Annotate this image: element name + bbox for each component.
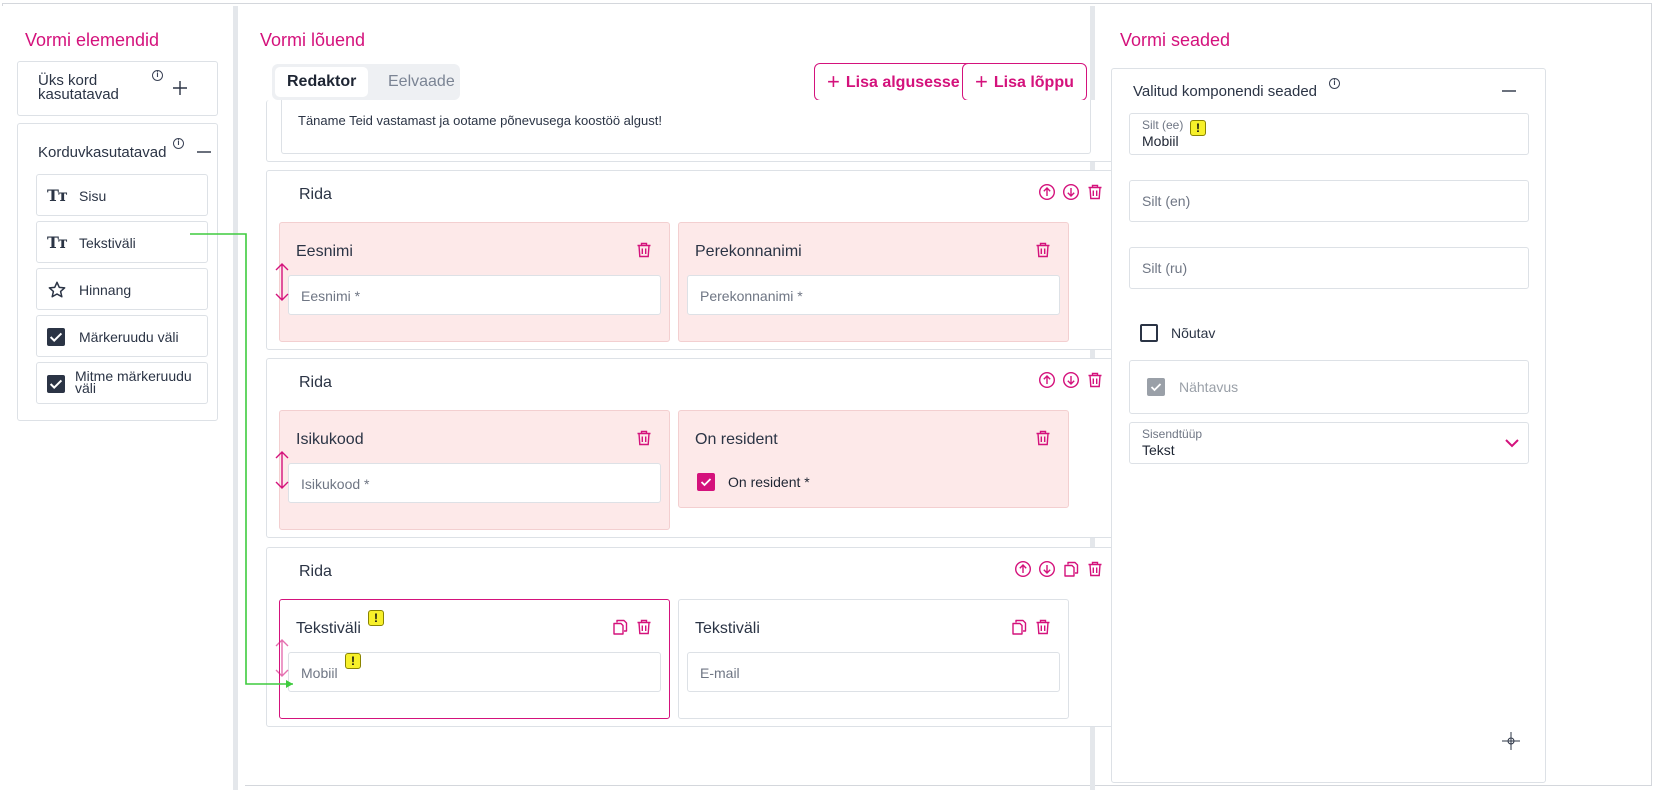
star-icon — [48, 281, 66, 298]
drag-handle-icon[interactable] — [273, 638, 291, 678]
field-title: Eesnimi — [296, 243, 353, 260]
move-down-icon[interactable] — [1062, 371, 1080, 389]
required-label: Nõutav — [1171, 325, 1216, 341]
checkbox-label: On resident * — [728, 474, 810, 490]
text-input[interactable]: Perekonnanimi * — [687, 275, 1060, 315]
text-input[interactable]: Mobiil — [288, 652, 661, 692]
component-settings-title: Valitud komponendi seaded — [1133, 83, 1318, 100]
move-up-icon[interactable] — [1038, 371, 1056, 389]
form-field-eesnimi[interactable]: Eesnimi Eesnimi * — [279, 222, 670, 342]
move-up-icon[interactable] — [1038, 183, 1056, 201]
content-block[interactable]: Täname Teid vastamast ja ootame põnevuse… — [281, 100, 1091, 154]
field-title: Tekstiväli — [296, 620, 361, 637]
form-settings-title: Vormi seaded — [1120, 30, 1231, 50]
info-icon[interactable]: i — [152, 70, 163, 81]
palette-item-markeruudu[interactable]: Märkeruudu väli — [36, 315, 208, 357]
form-field-perekonnanimi[interactable]: Perekonnanimi Perekonnanimi * — [678, 222, 1069, 342]
trash-icon[interactable] — [635, 618, 653, 636]
text-input[interactable]: Eesnimi * — [288, 275, 661, 315]
row-actions — [1038, 371, 1104, 389]
warning-icon: ! — [368, 610, 384, 626]
form-field-email[interactable]: Tekstiväli E-mail — [678, 599, 1069, 719]
trash-icon[interactable] — [1034, 241, 1052, 259]
add-to-end-button[interactable]: + Lisa lõppu — [962, 63, 1087, 101]
collapse-icon[interactable] — [1501, 89, 1517, 93]
move-up-icon[interactable] — [1014, 560, 1032, 578]
content-text: Täname Teid vastamast ja ootame põnevuse… — [298, 113, 662, 128]
trash-icon[interactable] — [1086, 371, 1104, 389]
drag-handle-icon[interactable] — [273, 262, 291, 302]
field-title: Isikukood — [296, 431, 364, 448]
add-to-start-button[interactable]: + Lisa algusesse — [814, 63, 973, 101]
drag-handle-icon[interactable] — [273, 450, 291, 490]
form-canvas-title: Vormi lõuend — [260, 30, 366, 50]
trash-icon[interactable] — [1086, 560, 1104, 578]
move-down-icon[interactable] — [1062, 183, 1080, 201]
info-icon[interactable]: i — [1329, 78, 1340, 89]
palette-item-tekstivali[interactable]: Tт Tekstiväli — [36, 221, 208, 263]
once-usable-section[interactable]: Üks kord kasutatavad i — [17, 61, 218, 116]
resident-checkbox[interactable] — [697, 473, 715, 491]
once-usable-label: Üks kord kasutatavad — [38, 72, 119, 103]
row-actions — [1038, 183, 1104, 201]
label-en-input[interactable]: Silt (en) — [1129, 180, 1529, 222]
text-input[interactable]: E-mail — [687, 652, 1060, 692]
label-ee-input[interactable]: Silt (ee) Mobiil ! — [1129, 113, 1529, 155]
trash-icon[interactable] — [1034, 618, 1052, 636]
plus-icon[interactable] — [172, 80, 188, 96]
tab-editor[interactable]: Redaktor — [275, 67, 369, 97]
row-actions — [1014, 560, 1104, 578]
column-divider[interactable] — [233, 6, 238, 790]
row-title: Rida — [299, 374, 332, 391]
palette-item-hinnang[interactable]: Hinnang — [36, 268, 208, 310]
cursor-icon — [1502, 732, 1520, 750]
palette-item-sisu[interactable]: Tт Sisu — [36, 174, 208, 216]
info-icon[interactable]: i — [173, 138, 184, 149]
reusable-label: Korduvkasutatavad — [38, 144, 167, 161]
field-title: Tekstiväli — [695, 620, 760, 637]
field-title: On resident — [695, 431, 778, 448]
form-elements-title: Vormi elemendid — [25, 30, 160, 50]
text-format-icon: Tт — [47, 186, 68, 205]
form-elements-panel: Vormi elemendid Üks kord kasutatavad i Ko… — [2, 6, 245, 790]
palette-item-mitme-markeruudu[interactable]: Mitme märkeruudu väli — [36, 362, 208, 404]
trash-icon[interactable] — [1086, 183, 1104, 201]
tab-preview[interactable]: Eelvaade — [376, 67, 467, 97]
row-title: Rida — [299, 186, 332, 203]
form-field-isikukood[interactable]: Isikukood Isikukood * — [279, 410, 670, 530]
input-type-select[interactable]: Sisendtüüp Tekst — [1129, 422, 1529, 464]
visibility-box: Nähtavus — [1129, 360, 1529, 414]
form-field-mobiil[interactable]: Tekstiväli ! Mobiil ! — [279, 599, 670, 719]
required-checkbox[interactable] — [1140, 324, 1158, 342]
copy-icon[interactable] — [1010, 618, 1028, 636]
visibility-label: Nähtavus — [1179, 379, 1239, 395]
checkbox-icon — [47, 328, 65, 346]
chevron-down-icon — [1505, 439, 1519, 448]
component-settings-card: Valitud komponendi seaded i Silt (ee) Mo… — [1111, 68, 1546, 783]
warning-icon: ! — [345, 653, 361, 669]
visibility-checkbox[interactable] — [1147, 378, 1165, 396]
form-field-on-resident[interactable]: On resident On resident * — [678, 410, 1069, 508]
plus-icon: + — [827, 69, 840, 94]
plus-icon: + — [975, 69, 988, 94]
trash-icon[interactable] — [1034, 429, 1052, 447]
label-ru-input[interactable]: Silt (ru) — [1129, 247, 1529, 289]
trash-icon[interactable] — [635, 241, 653, 259]
content-row: Täname Teid vastamast ja ootame põnevuse… — [266, 100, 1139, 162]
checkbox-icon — [47, 375, 65, 393]
text-format-icon: Tт — [47, 233, 68, 252]
row-title: Rida — [299, 563, 332, 580]
copy-icon[interactable] — [1062, 560, 1080, 578]
warning-icon: ! — [1190, 120, 1206, 136]
trash-icon[interactable] — [635, 429, 653, 447]
minus-icon[interactable] — [196, 150, 212, 154]
copy-icon[interactable] — [611, 618, 629, 636]
text-input[interactable]: Isikukood * — [288, 463, 661, 503]
reusable-section: Korduvkasutatavad i Tт Sisu Tт Tekstiväl… — [17, 123, 218, 421]
canvas-tabs: Redaktor Eelvaade — [272, 64, 460, 100]
field-title: Perekonnanimi — [695, 243, 802, 260]
move-down-icon[interactable] — [1038, 560, 1056, 578]
